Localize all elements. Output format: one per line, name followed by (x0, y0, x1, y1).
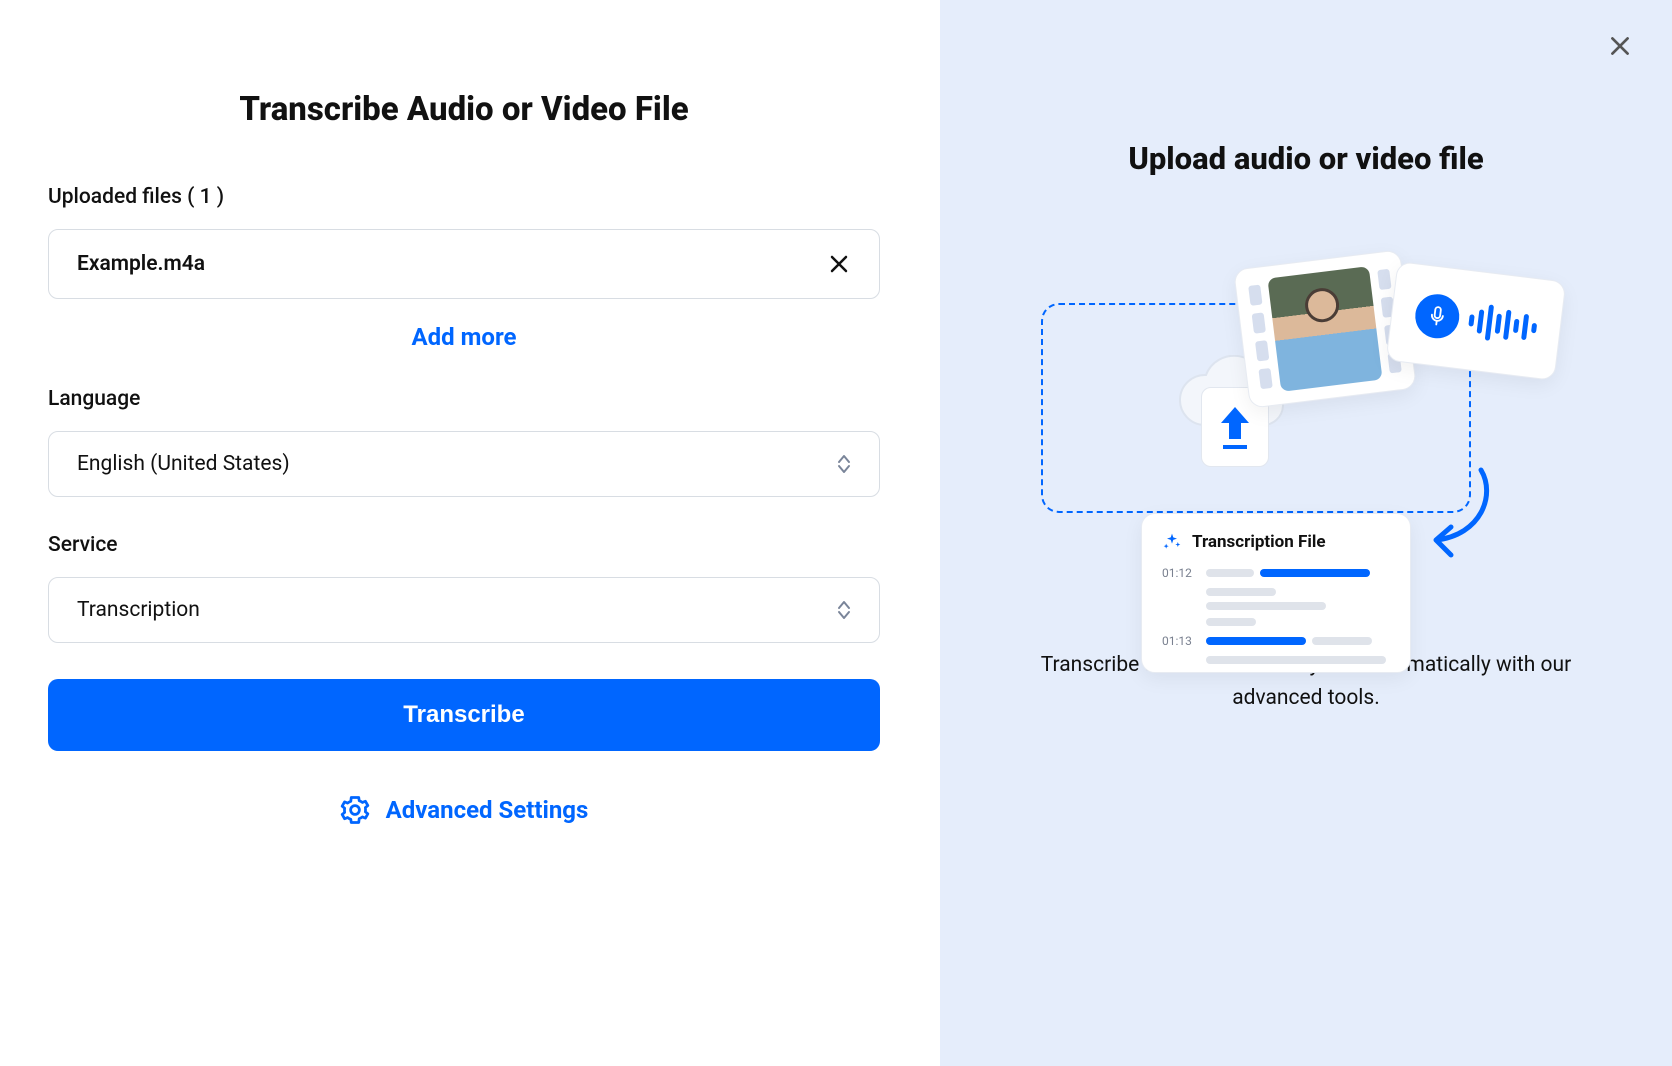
sparkle-icon (1162, 532, 1182, 552)
close-modal-button[interactable] (1602, 28, 1638, 64)
close-icon (1607, 33, 1633, 59)
microphone-icon (1413, 292, 1462, 341)
language-label: Language (48, 387, 880, 411)
transcription-file-card: Transcription File 01:12 01:13 (1141, 513, 1411, 673)
transcribe-button[interactable]: Transcribe (48, 679, 880, 751)
advanced-settings-label: Advanced Settings (386, 796, 589, 824)
gear-icon (340, 795, 370, 825)
page-title: Transcribe Audio or Video File (48, 90, 880, 129)
timestamp: 01:13 (1162, 634, 1196, 648)
uploaded-file-row: Example.m4a (48, 229, 880, 299)
service-label: Service (48, 533, 880, 557)
advanced-settings-button[interactable]: Advanced Settings (48, 795, 880, 825)
timestamp: 01:12 (1162, 566, 1196, 580)
waveform-icon (1467, 302, 1539, 346)
uploaded-files-label: Uploaded files ( 1 ) (48, 185, 880, 209)
transcription-file-label: Transcription File (1192, 532, 1326, 552)
add-more-button[interactable]: Add more (48, 323, 880, 351)
info-title: Upload audio or video file (1128, 140, 1483, 177)
remove-file-button[interactable] (827, 252, 851, 276)
person-thumbnail (1267, 266, 1382, 392)
arrow-icon (1421, 465, 1501, 569)
file-name: Example.m4a (77, 252, 205, 276)
info-panel: Upload audio or video file (940, 0, 1672, 1066)
form-panel: Transcribe Audio or Video File Uploaded … (0, 0, 940, 1066)
language-value: English (United States) (77, 452, 290, 476)
illustration: Transcription File 01:12 01:13 (1041, 237, 1571, 597)
service-value: Transcription (77, 598, 200, 622)
chevron-updown-icon (837, 454, 851, 474)
audio-waveform-card (1386, 261, 1567, 381)
language-select[interactable]: English (United States) (48, 431, 880, 497)
service-select[interactable]: Transcription (48, 577, 880, 643)
chevron-updown-icon (837, 600, 851, 620)
close-icon (827, 252, 851, 276)
